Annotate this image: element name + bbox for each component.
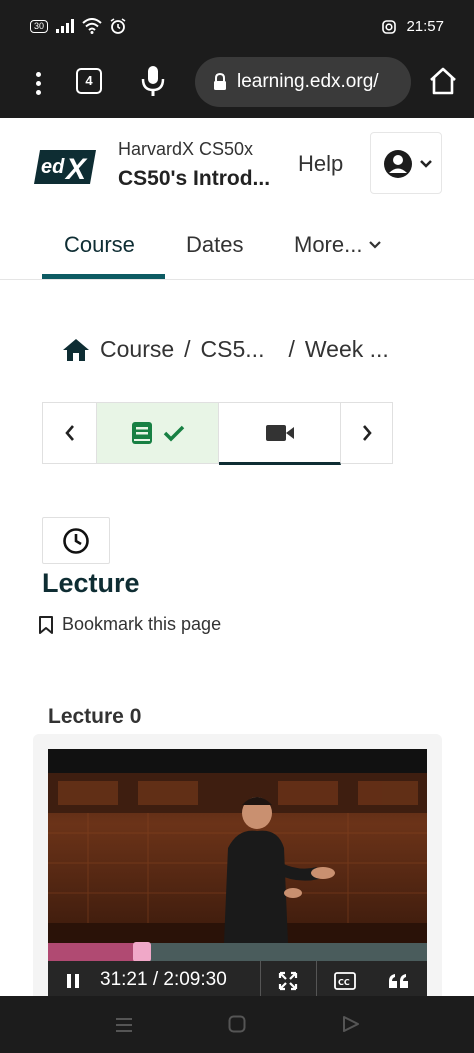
tab-more-label: More...: [294, 232, 363, 257]
unit-completed-reading[interactable]: [97, 403, 219, 463]
tab-course[interactable]: Course: [64, 232, 135, 258]
wifi-icon: [82, 18, 102, 34]
bookmark-button[interactable]: Bookmark this page: [38, 614, 221, 635]
chevron-left-icon: [64, 425, 74, 441]
lock-icon: [214, 73, 226, 90]
unit-navigation: [42, 402, 393, 465]
video-scrubber-handle[interactable]: [132, 942, 151, 962]
svg-text:ed: ed: [41, 156, 65, 178]
tab-switcher-button[interactable]: 4: [76, 68, 102, 94]
video-controls: 31:21 / 2:09:30 CC: [48, 961, 427, 999]
pause-icon[interactable]: [66, 973, 80, 989]
tab-more[interactable]: More...: [294, 232, 382, 258]
tab-dates[interactable]: Dates: [186, 232, 243, 258]
video-time: 31:21 / 2:09:30: [100, 969, 227, 990]
video-progress-fill: [48, 943, 140, 961]
controls-divider: [260, 961, 261, 999]
recent-apps-icon[interactable]: [114, 1016, 134, 1034]
url-text: learning.edx.org/: [237, 71, 379, 92]
browser-menu-icon[interactable]: [28, 68, 48, 98]
help-link[interactable]: Help: [298, 151, 343, 177]
clock-icon: [63, 527, 89, 554]
unit-video-current[interactable]: [219, 403, 341, 465]
course-title: CS50's Introd...: [118, 167, 271, 190]
site-header: ed X HarvardX CS50x CS50's Introd... Hel…: [0, 118, 474, 208]
back-icon[interactable]: [342, 1015, 360, 1033]
breadcrumb: Course / CS5... / Week ...: [62, 336, 389, 363]
previous-unit-button[interactable]: [43, 403, 97, 463]
browser-toolbar: 4 learning.edx.org/: [0, 56, 474, 118]
instagram-icon: [382, 19, 397, 34]
course-tabs: Course Dates More...: [0, 208, 474, 280]
active-tab-indicator: [42, 274, 165, 279]
network-badge: 30: [30, 19, 49, 33]
chevron-down-icon: [369, 241, 382, 249]
next-unit-button[interactable]: [341, 403, 393, 463]
transcript-quote-icon[interactable]: [388, 973, 410, 989]
course-org: HarvardX CS50x: [118, 139, 254, 159]
book-icon: [131, 422, 152, 444]
edx-logo[interactable]: ed X: [32, 148, 98, 186]
breadcrumb-separator: /: [184, 336, 191, 362]
breadcrumb-subsection-link[interactable]: Week ...: [305, 336, 389, 363]
bookmark-label: Bookmark this page: [62, 614, 222, 634]
closed-captions-icon[interactable]: CC: [334, 972, 356, 990]
breadcrumb-section-link[interactable]: CS5...: [201, 336, 265, 363]
home-button-icon[interactable]: [228, 1015, 246, 1033]
home-icon[interactable]: [426, 64, 460, 98]
lecture-scene-image: [48, 773, 427, 943]
video-progress-bar[interactable]: [48, 942, 427, 962]
fullscreen-icon[interactable]: [278, 971, 298, 991]
video-heading: Lecture 0: [48, 705, 142, 728]
video-camera-icon: [265, 424, 294, 441]
bookmark-icon: [39, 615, 53, 634]
svg-text:CC: CC: [338, 978, 350, 987]
check-icon: [163, 425, 184, 442]
svg-text:X: X: [64, 153, 88, 186]
video-player[interactable]: 31:21 / 2:09:30 CC: [48, 749, 427, 999]
breadcrumb-separator: /: [288, 336, 295, 362]
unit-title: Lecture: [42, 568, 140, 598]
user-menu-button[interactable]: [370, 132, 442, 194]
breadcrumb-course-link[interactable]: Course: [100, 336, 174, 363]
clock-time: 21:57: [406, 18, 444, 35]
status-left: 30: [30, 18, 126, 34]
home-icon[interactable]: [62, 338, 90, 362]
user-avatar-icon: [384, 150, 412, 178]
system-navigation-bar: [0, 996, 474, 1053]
status-right: 21:57: [382, 18, 444, 35]
unit-type-badge: [42, 517, 110, 564]
alarm-icon: [110, 18, 126, 34]
address-bar[interactable]: learning.edx.org/: [195, 57, 411, 107]
video-frame[interactable]: [48, 773, 427, 943]
status-bar: 30 21:57: [0, 0, 474, 56]
chevron-down-icon: [420, 160, 432, 168]
controls-divider: [316, 961, 317, 999]
chevron-right-icon: [363, 425, 372, 441]
signal-icon: [56, 19, 75, 33]
microphone-icon[interactable]: [138, 64, 168, 98]
